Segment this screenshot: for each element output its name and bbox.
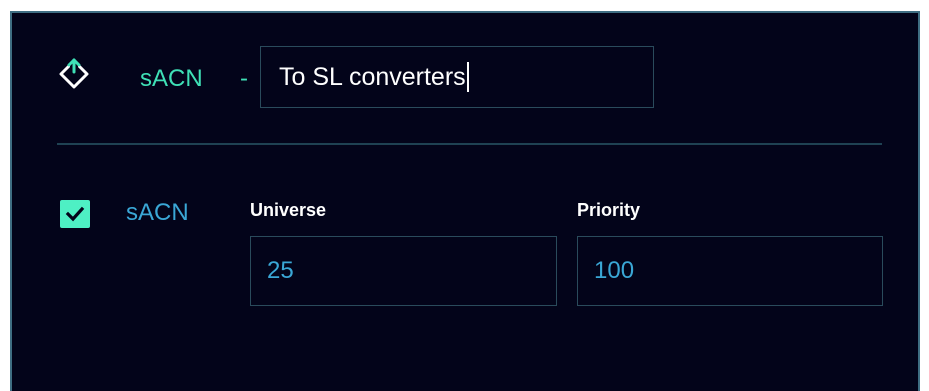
output-name-input[interactable]: To SL converters <box>260 46 654 108</box>
output-name-value: To SL converters <box>279 63 466 91</box>
sacn-output-panel: sACN - To SL converters sACN Universe 25… <box>10 11 920 391</box>
section-label: sACN <box>126 199 189 226</box>
universe-label: Universe <box>250 200 327 220</box>
title-separator: - <box>240 65 248 92</box>
protocol-label: sACN <box>140 65 203 92</box>
text-caret <box>466 62 469 92</box>
check-icon <box>65 206 85 222</box>
priority-input[interactable]: 100 <box>577 236 883 306</box>
divider <box>57 143 882 145</box>
sacn-enabled-checkbox[interactable] <box>60 200 90 228</box>
universe-input[interactable]: 25 <box>250 236 557 306</box>
diamond-arrow-icon <box>59 58 89 89</box>
priority-label: Priority <box>577 200 641 220</box>
